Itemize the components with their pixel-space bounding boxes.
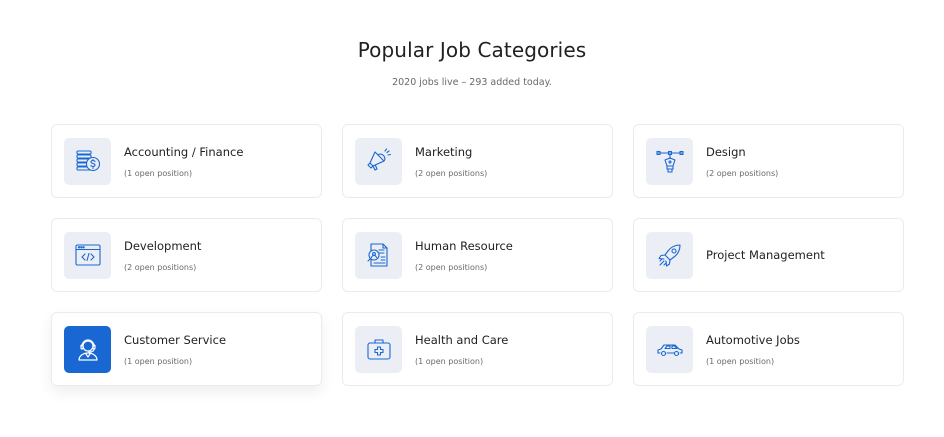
category-card-project-management[interactable]: Project Management [633,218,904,292]
category-card-development[interactable]: Development (2 open positions) [51,218,322,292]
section-subtitle: 2020 jobs live – 293 added today. [392,77,552,88]
first-aid-kit-icon [355,325,402,373]
rocket-icon [646,231,693,279]
category-count: (2 open positions) [415,262,488,272]
category-count: (2 open positions) [706,168,779,178]
category-name: Marketing [415,144,473,159]
category-name: Accounting / Finance [124,144,244,159]
category-card-customer-service[interactable]: Customer Service (1 open position) [51,312,322,386]
category-count: (1 open position) [124,168,193,178]
megaphone-icon [355,137,402,185]
headset-agent-icon [64,325,111,373]
category-count: (1 open position) [415,356,484,366]
category-card-accounting-finance[interactable]: Accounting / Finance (1 open position) [51,124,322,198]
category-count: (2 open positions) [124,262,197,272]
category-count: (2 open positions) [415,168,488,178]
category-name: Project Management [706,248,825,262]
pen-tool-icon [646,137,693,185]
category-name: Health and Care [415,332,509,347]
category-name: Human Resource [415,238,513,253]
category-name: Development [124,238,202,253]
category-card-human-resource[interactable]: Human Resource (2 open positions) [342,218,613,292]
category-card-health-and-care[interactable]: Health and Care (1 open position) [342,312,613,386]
section-title: Popular Job Categories [357,38,587,62]
category-name: Design [706,144,746,159]
money-stack-icon [64,137,111,185]
category-count: (1 open position) [706,356,775,366]
category-name: Customer Service [124,332,227,347]
category-name: Automotive Jobs [706,332,800,347]
category-card-automotive-jobs[interactable]: Automotive Jobs (1 open position) [633,312,904,386]
resume-search-icon [355,231,402,279]
car-icon [646,325,693,373]
category-card-design[interactable]: Design (2 open positions) [633,124,904,198]
code-window-icon [64,231,111,279]
category-card-marketing[interactable]: Marketing (2 open positions) [342,124,613,198]
category-count: (1 open position) [124,356,193,366]
category-grid: Accounting / Finance (1 open position) M… [51,124,904,386]
